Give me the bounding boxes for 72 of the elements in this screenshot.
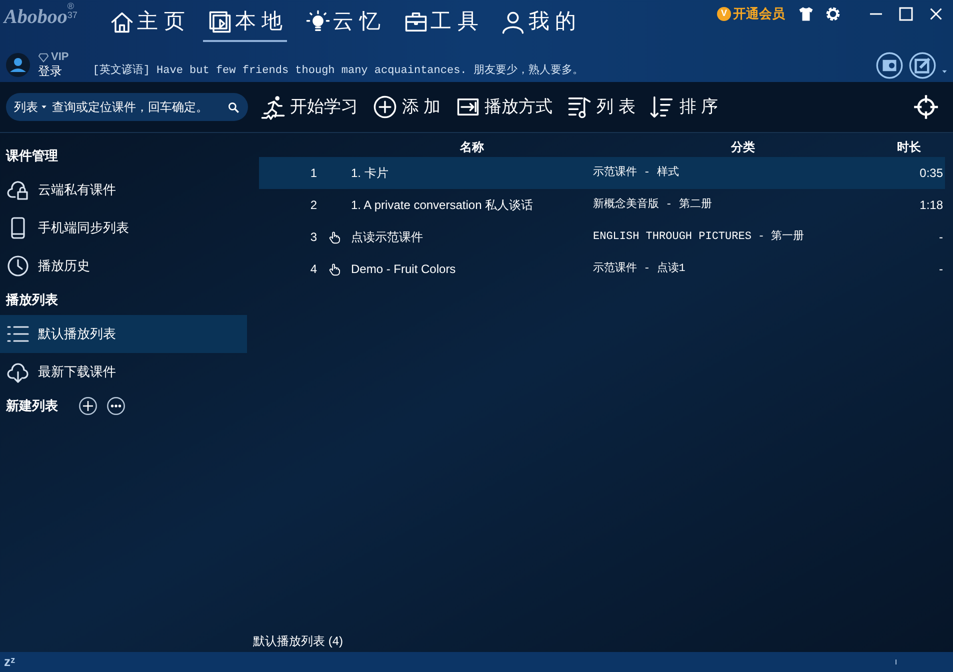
table-cell-text: 新概念美音版 - 第二册 xyxy=(593,196,713,213)
table-cell-text: Demo - Fruit Colors xyxy=(351,261,457,278)
sidebar-item[interactable]: 云端私有课件 xyxy=(0,171,247,209)
edit-icon[interactable] xyxy=(909,52,936,78)
sidebar-item[interactable]: 最新下载课件 xyxy=(0,353,247,391)
table-cell-text: 点读示范课件 xyxy=(351,229,424,246)
plus-circle-icon[interactable] xyxy=(78,396,98,416)
row-number: 1 xyxy=(309,165,317,182)
table-cell-text: 示范课件 - 样式 xyxy=(593,165,680,181)
sleep-indicator[interactable]: zᶻ xyxy=(4,652,16,672)
toolbar-button[interactable]: 排 序 xyxy=(649,94,718,120)
table-cell-text: 0:35 xyxy=(918,165,944,182)
toolbar-button[interactable]: 播放方式 xyxy=(454,94,553,120)
sidebar-item[interactable]: 默认播放列表 xyxy=(0,315,247,353)
toolbar-button[interactable]: 开始学习 xyxy=(260,94,358,120)
diamond-icon xyxy=(38,52,49,63)
search-input[interactable]: 查询或定位课件，回车确定。 xyxy=(52,98,227,116)
table-row[interactable]: 3 点读示范课件 ENGLISH THROUGH PICTURES - 第一册 - xyxy=(259,221,945,253)
column-header[interactable]: 名称 xyxy=(351,138,593,156)
search-field[interactable]: 列表 查询或定位课件，回车确定。 xyxy=(6,93,248,121)
row-number: 2 xyxy=(309,197,317,214)
nav-tab[interactable]: 云 忆 xyxy=(300,4,385,42)
toolbar-button[interactable]: 添 加 xyxy=(372,94,441,120)
table-cell-text: - xyxy=(938,261,944,278)
version-text: 37 xyxy=(67,11,78,20)
sidebar-item[interactable]: 播放历史 xyxy=(0,247,247,285)
table-row[interactable]: 4 Demo - Fruit Colors 示范课件 - 点读1 - xyxy=(259,253,945,285)
login-link[interactable]: 登录 xyxy=(38,64,69,80)
table-row[interactable]: 1 1. 卡片 示范课件 - 样式 0:35 xyxy=(259,157,945,189)
table-row[interactable]: 2 1. A private conversation 私人谈话 新概念美音版 - 第二册 1:18 xyxy=(259,189,945,221)
nav-tab[interactable]: 我 的 xyxy=(496,4,580,42)
logo-text: Aboboo xyxy=(4,5,68,30)
reader-icon[interactable] xyxy=(876,52,903,78)
vip-button[interactable]: V 开通会员 xyxy=(717,4,785,24)
table-cell-text: 1:18 xyxy=(918,197,944,214)
maximize-icon[interactable] xyxy=(897,5,915,23)
sort-icon xyxy=(649,94,676,120)
section-heading: 课件管理 xyxy=(6,147,58,166)
avatar-icon[interactable] xyxy=(6,53,30,77)
row-number: 4 xyxy=(309,261,317,278)
table-cell-text: 1. A private conversation 私人谈话 xyxy=(351,197,534,214)
table-cell-text: ENGLISH THROUGH PICTURES - 第一册 xyxy=(593,229,806,245)
table-cell-text: - xyxy=(938,229,944,246)
column-header[interactable]: 时长 xyxy=(893,138,945,156)
plus-circle-icon xyxy=(372,94,398,120)
clock-icon xyxy=(6,254,30,278)
nav-tab[interactable]: 本 地 xyxy=(202,4,287,42)
cloud-lock-icon xyxy=(6,178,30,202)
crosshair-icon[interactable] xyxy=(913,94,939,120)
registered-mark: ® xyxy=(67,2,75,11)
scope-selector[interactable]: 列表 xyxy=(14,98,38,116)
nav-tab[interactable]: 主 页 xyxy=(105,4,189,42)
running-person-icon xyxy=(260,94,286,120)
sidebar-item[interactable]: 手机端同步列表 xyxy=(0,209,247,247)
more-options-icon[interactable] xyxy=(106,396,126,416)
search-icon xyxy=(227,100,240,114)
toolbar-button[interactable]: 列 表 xyxy=(566,94,636,120)
table-cell-text: 示范课件 - 点读1 xyxy=(593,260,686,277)
section-heading: 新建列表 xyxy=(6,397,58,416)
section-heading: 播放列表 xyxy=(6,291,58,310)
video-file-icon xyxy=(206,9,233,35)
cloud-download-icon xyxy=(6,360,30,384)
tshirt-icon[interactable] xyxy=(797,5,815,23)
proverb-text: [英文谚语] Have but few friends though many acquaintances. 朋友要少，熟人要多。 xyxy=(92,62,584,79)
nav-tab[interactable]: 工 具 xyxy=(398,4,482,42)
table-cell-text: 1. 卡片 xyxy=(351,165,390,182)
row-number: 3 xyxy=(309,229,317,246)
caret-icon xyxy=(40,103,48,111)
vip-label: VIP xyxy=(51,50,69,64)
column-header[interactable]: 分类 xyxy=(593,138,893,156)
footer-text: 默认播放列表 (4) xyxy=(253,633,344,650)
user-icon xyxy=(500,9,526,35)
